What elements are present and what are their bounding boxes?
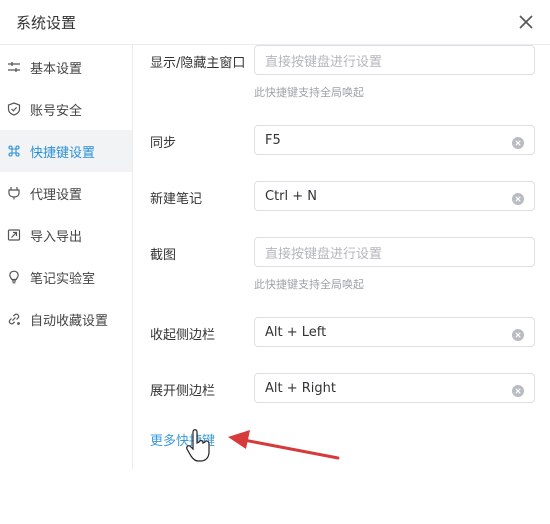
command-key-icon bbox=[7, 144, 21, 158]
shortcut-value: Alt + Right bbox=[265, 380, 336, 396]
clear-icon[interactable] bbox=[512, 326, 524, 341]
sidebar-item-auto-collect[interactable]: 自动收藏设置 bbox=[0, 298, 132, 340]
import-export-icon bbox=[7, 228, 21, 242]
shortcut-label: 新建笔记 bbox=[150, 192, 203, 207]
sliders-icon bbox=[7, 60, 21, 74]
shortcut-value: Alt + Left bbox=[265, 324, 327, 340]
clear-icon[interactable] bbox=[512, 382, 524, 397]
sidebar: 基本设置 账号安全 快捷键设置 代理设置 导入导出 笔记实验室 自动收藏设置 bbox=[0, 45, 133, 470]
sidebar-item-import-export[interactable]: 导入导出 bbox=[0, 214, 132, 256]
global-hint: 此快捷键支持全局唤起 bbox=[254, 278, 364, 291]
clear-icon[interactable] bbox=[512, 190, 524, 205]
lightbulb-icon bbox=[7, 270, 21, 284]
close-icon[interactable] bbox=[516, 12, 536, 32]
global-hint: 此快捷键支持全局唤起 bbox=[254, 86, 364, 99]
sidebar-item-account-security[interactable]: 账号安全 bbox=[0, 88, 132, 130]
sidebar-item-label: 笔记实验室 bbox=[30, 271, 96, 287]
more-shortcuts-link[interactable]: 更多快捷键 bbox=[150, 430, 215, 449]
sidebar-item-label: 导入导出 bbox=[30, 229, 83, 245]
shortcut-label: 同步 bbox=[150, 136, 177, 151]
sidebar-item-note-lab[interactable]: 笔记实验室 bbox=[0, 256, 132, 298]
dialog-title: 系统设置 bbox=[16, 14, 77, 32]
shortcut-placeholder: 直接按键盘进行设置 bbox=[265, 54, 383, 70]
shortcut-input-expand-sidebar[interactable]: Alt + Right bbox=[254, 373, 535, 403]
shortcut-settings-panel: 显示/隐藏主窗口 直接按键盘进行设置 此快捷键支持全局唤起 同步 F5 新建笔记… bbox=[133, 45, 550, 470]
sidebar-item-label: 基本设置 bbox=[30, 61, 83, 77]
shortcut-input-collapse-sidebar[interactable]: Alt + Left bbox=[254, 317, 535, 347]
shortcut-label: 显示/隐藏主窗口 bbox=[150, 56, 246, 71]
sidebar-item-proxy[interactable]: 代理设置 bbox=[0, 172, 132, 214]
shortcut-input-sync[interactable]: F5 bbox=[254, 125, 535, 155]
sidebar-item-label: 代理设置 bbox=[30, 187, 83, 203]
clear-icon[interactable] bbox=[512, 134, 524, 149]
sidebar-item-label: 自动收藏设置 bbox=[30, 313, 109, 329]
shortcut-value: Ctrl + N bbox=[265, 188, 318, 204]
shortcut-value: F5 bbox=[265, 132, 281, 148]
sidebar-item-label: 快捷键设置 bbox=[30, 145, 96, 161]
sidebar-item-basic[interactable]: 基本设置 bbox=[0, 46, 132, 88]
shield-icon bbox=[7, 102, 21, 116]
sidebar-item-shortcuts[interactable]: 快捷键设置 bbox=[0, 130, 132, 172]
shortcut-input-screenshot[interactable]: 直接按键盘进行设置 bbox=[254, 237, 535, 267]
shortcut-input-new-note[interactable]: Ctrl + N bbox=[254, 181, 535, 211]
plug-icon bbox=[7, 186, 21, 200]
shortcut-input-toggle-main-window[interactable]: 直接按键盘进行设置 bbox=[254, 45, 535, 75]
sidebar-item-label: 账号安全 bbox=[30, 103, 83, 119]
shortcut-label: 截图 bbox=[150, 248, 177, 263]
shortcut-placeholder: 直接按键盘进行设置 bbox=[265, 246, 383, 262]
settings-dialog: 系统设置 基本设置 账号安全 快捷键设置 代理设置 导入导出 笔记实验室 自动收… bbox=[0, 0, 550, 524]
shortcut-label: 收起侧边栏 bbox=[150, 328, 216, 343]
link-collect-icon bbox=[7, 312, 21, 326]
shortcut-label: 展开侧边栏 bbox=[150, 384, 216, 399]
